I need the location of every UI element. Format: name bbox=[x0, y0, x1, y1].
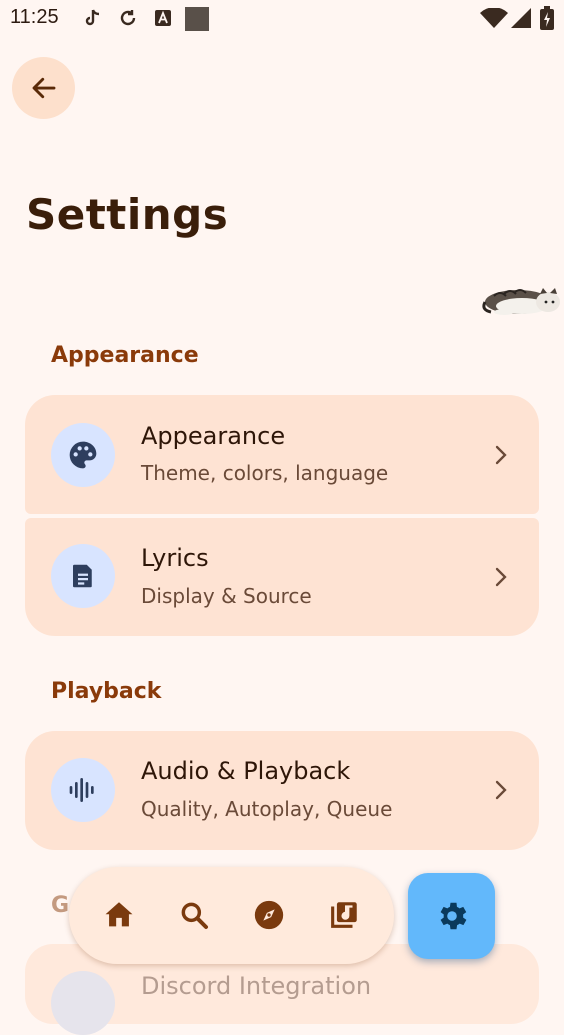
cell-signal-icon bbox=[511, 8, 531, 32]
item-subtitle: Display & Source bbox=[141, 584, 312, 608]
icon-circle bbox=[51, 544, 115, 608]
battery-icon bbox=[540, 6, 554, 34]
settings-item-audio-playback[interactable]: Audio & Playback Quality, Autoplay, Queu… bbox=[25, 731, 539, 850]
settings-item-appearance[interactable]: Appearance Theme, colors, language bbox=[25, 395, 539, 514]
nav-library-button[interactable] bbox=[326, 897, 362, 933]
icon-circle bbox=[51, 758, 115, 822]
page-title: Settings bbox=[26, 190, 229, 239]
nav-settings-button[interactable] bbox=[408, 873, 495, 959]
discord-icon bbox=[51, 971, 115, 1035]
item-title: Appearance bbox=[141, 422, 286, 450]
library-icon bbox=[331, 902, 357, 928]
search-icon bbox=[181, 902, 208, 929]
item-title: Discord Integration bbox=[141, 972, 372, 1000]
palette-icon bbox=[69, 441, 97, 469]
nav-home-button[interactable] bbox=[101, 897, 137, 933]
arrow-left-icon bbox=[32, 77, 55, 99]
home-icon bbox=[105, 902, 133, 927]
section-header-appearance: Appearance bbox=[51, 343, 199, 368]
section-header-general: G bbox=[51, 893, 70, 918]
document-icon bbox=[73, 564, 92, 588]
section-header-playback: Playback bbox=[51, 679, 162, 704]
status-time: 11:25 bbox=[10, 6, 59, 28]
chevron-right-icon bbox=[495, 567, 507, 587]
chevron-right-icon bbox=[495, 780, 507, 800]
back-button[interactable] bbox=[12, 57, 75, 119]
status-bar: 11:25 bbox=[0, 0, 564, 38]
explore-icon bbox=[254, 900, 284, 930]
item-subtitle: Theme, colors, language bbox=[141, 461, 389, 485]
nav-explore-button[interactable] bbox=[251, 897, 287, 933]
nav-search-button[interactable] bbox=[176, 897, 212, 933]
settings-icon bbox=[440, 902, 466, 930]
chevron-right-icon bbox=[495, 445, 507, 465]
audio-wave-icon bbox=[69, 778, 94, 802]
settings-item-lyrics[interactable]: Lyrics Display & Source bbox=[25, 518, 539, 636]
wifi-icon bbox=[480, 7, 508, 32]
square-icon bbox=[185, 7, 209, 35]
item-subtitle: Quality, Autoplay, Queue bbox=[141, 797, 393, 821]
sync-icon bbox=[118, 8, 138, 32]
cat-illustration bbox=[482, 280, 564, 318]
item-title: Audio & Playback bbox=[141, 757, 351, 785]
font-icon bbox=[154, 8, 172, 32]
tiktok-icon bbox=[84, 8, 102, 32]
item-title: Lyrics bbox=[141, 544, 209, 572]
bottom-nav bbox=[69, 867, 394, 964]
icon-circle bbox=[51, 423, 115, 487]
